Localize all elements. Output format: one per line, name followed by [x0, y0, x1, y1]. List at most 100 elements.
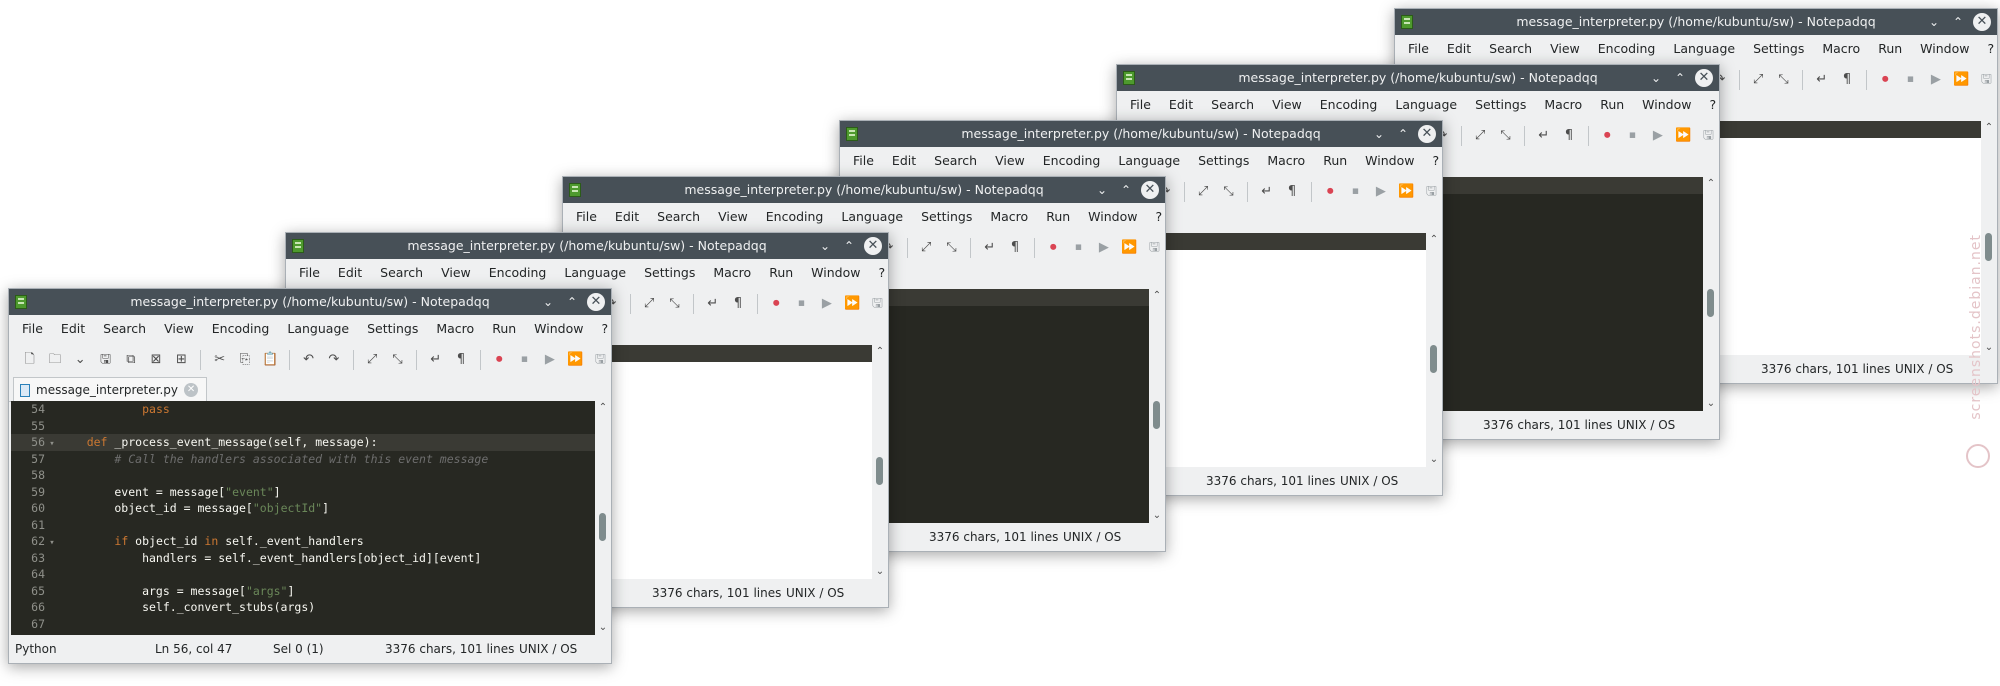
- menu-language[interactable]: Language: [1109, 147, 1189, 175]
- status-language[interactable]: Python: [15, 642, 57, 656]
- zoom-in-icon[interactable]: ⤢: [1192, 181, 1213, 203]
- scroll-down-icon[interactable]: ⌄: [1426, 453, 1442, 467]
- scroll-down-icon[interactable]: ⌄: [595, 621, 611, 635]
- menu-help[interactable]: ?: [1423, 147, 1442, 175]
- menu-macro[interactable]: Macro: [1535, 91, 1591, 119]
- scroll-up-icon[interactable]: ⌃: [1981, 121, 1997, 135]
- menu-help[interactable]: ?: [1146, 203, 1165, 231]
- stop-macro-icon[interactable]: ⏹: [1622, 125, 1643, 147]
- title-bar[interactable]: message_interpreter.py (/home/kubuntu/sw…: [563, 177, 1165, 203]
- tab-close-icon[interactable]: ✕: [184, 383, 199, 397]
- menu-search[interactable]: Search: [1480, 35, 1541, 63]
- title-bar[interactable]: message_interpreter.py (/home/kubuntu/sw…: [1117, 65, 1719, 91]
- menu-search[interactable]: Search: [371, 259, 432, 287]
- menu-settings[interactable]: Settings: [912, 203, 981, 231]
- zoom-in-icon[interactable]: ⤢: [1747, 69, 1768, 91]
- word-wrap-icon[interactable]: ↵: [1811, 69, 1832, 91]
- save-all-icon[interactable]: ⧉: [120, 349, 141, 371]
- scroll-thumb[interactable]: [1430, 345, 1437, 373]
- menu-file[interactable]: File: [1121, 91, 1160, 119]
- run-macro-multiple-icon[interactable]: ⏩: [1395, 181, 1416, 203]
- scroll-up-icon[interactable]: ⌃: [1149, 289, 1165, 303]
- minimize-button[interactable]: ⌄: [816, 237, 834, 255]
- minimize-button[interactable]: ⌄: [1647, 69, 1665, 87]
- menu-edit[interactable]: Edit: [606, 203, 648, 231]
- new-file-icon[interactable]: 🗋: [19, 349, 40, 371]
- menu-settings[interactable]: Settings: [1189, 147, 1258, 175]
- menu-file[interactable]: File: [1399, 35, 1438, 63]
- menu-window[interactable]: Window: [525, 315, 592, 343]
- maximize-button[interactable]: ⌃: [1671, 69, 1689, 87]
- word-wrap-icon[interactable]: ↵: [425, 349, 446, 371]
- scroll-down-icon[interactable]: ⌄: [1149, 509, 1165, 523]
- menu-edit[interactable]: Edit: [329, 259, 371, 287]
- vertical-scrollbar[interactable]: ⌃ ⌄: [1149, 289, 1165, 523]
- menu-macro[interactable]: Macro: [1258, 147, 1314, 175]
- save-icon[interactable]: 🖫: [95, 349, 116, 371]
- scroll-up-icon[interactable]: ⌃: [595, 401, 611, 415]
- record-macro-icon[interactable]: ⏺: [1043, 237, 1064, 259]
- scroll-down-icon[interactable]: ⌄: [1703, 397, 1719, 411]
- menu-settings[interactable]: Settings: [635, 259, 704, 287]
- save-macro-icon[interactable]: 🖫: [1421, 181, 1442, 203]
- show-all-chars-icon[interactable]: ¶: [1558, 125, 1579, 147]
- menu-window[interactable]: Window: [1911, 35, 1978, 63]
- menu-run[interactable]: Run: [1869, 35, 1911, 63]
- menu-language[interactable]: Language: [278, 315, 358, 343]
- status-eol[interactable]: UNIX / OS: [519, 642, 577, 656]
- menu-help[interactable]: ?: [1978, 35, 1997, 63]
- zoom-out-icon[interactable]: ⤡: [941, 237, 962, 259]
- scroll-thumb[interactable]: [1985, 233, 1992, 261]
- menu-window[interactable]: Window: [802, 259, 869, 287]
- menu-view[interactable]: View: [986, 147, 1034, 175]
- zoom-in-icon[interactable]: ⤢: [1469, 125, 1490, 147]
- menu-macro[interactable]: Macro: [1813, 35, 1869, 63]
- run-macro-multiple-icon[interactable]: ⏩: [1672, 125, 1693, 147]
- record-macro-icon[interactable]: ⏺: [766, 293, 787, 315]
- close-button[interactable]: ✕: [1418, 125, 1436, 143]
- undo-icon[interactable]: ↶: [298, 349, 319, 371]
- maximize-button[interactable]: ⌃: [840, 237, 858, 255]
- close-button[interactable]: ✕: [864, 237, 882, 255]
- menu-edit[interactable]: Edit: [1160, 91, 1202, 119]
- save-macro-icon[interactable]: 🖫: [1976, 69, 1997, 91]
- menu-run[interactable]: Run: [483, 315, 525, 343]
- menu-run[interactable]: Run: [760, 259, 802, 287]
- word-wrap-icon[interactable]: ↵: [702, 293, 723, 315]
- code-editor[interactable]: 54 pass 55 56 ▾ def _process_event_message(…: [11, 401, 595, 635]
- scroll-thumb[interactable]: [1153, 401, 1160, 429]
- stop-macro-icon[interactable]: ⏹: [1345, 181, 1366, 203]
- maximize-button[interactable]: ⌃: [1949, 13, 1967, 31]
- menu-window[interactable]: Window: [1356, 147, 1423, 175]
- menu-encoding[interactable]: Encoding: [1589, 35, 1665, 63]
- minimize-button[interactable]: ⌄: [1925, 13, 1943, 31]
- close-button[interactable]: ✕: [1973, 13, 1991, 31]
- scroll-up-icon[interactable]: ⌃: [872, 345, 888, 359]
- run-macro-multiple-icon[interactable]: ⏩: [841, 293, 862, 315]
- stop-macro-icon[interactable]: ⏹: [791, 293, 812, 315]
- record-macro-icon[interactable]: ⏺: [489, 349, 510, 371]
- zoom-out-icon[interactable]: ⤡: [1495, 125, 1516, 147]
- save-macro-icon[interactable]: 🖫: [867, 293, 888, 315]
- show-all-chars-icon[interactable]: ¶: [727, 293, 748, 315]
- minimize-button[interactable]: ⌄: [1370, 125, 1388, 143]
- save-macro-icon[interactable]: 🖫: [1144, 237, 1165, 259]
- word-wrap-icon[interactable]: ↵: [1256, 181, 1277, 203]
- show-all-chars-icon[interactable]: ¶: [450, 349, 471, 371]
- vertical-scrollbar[interactable]: ⌃ ⌄: [872, 345, 888, 579]
- menu-settings[interactable]: Settings: [1744, 35, 1813, 63]
- run-macro-multiple-icon[interactable]: ⏩: [564, 349, 585, 371]
- menu-edit[interactable]: Edit: [883, 147, 925, 175]
- close-all-icon[interactable]: ⊞: [171, 349, 192, 371]
- show-all-chars-icon[interactable]: ¶: [1281, 181, 1302, 203]
- status-eol[interactable]: UNIX / OS: [1340, 474, 1398, 488]
- menu-edit[interactable]: Edit: [1438, 35, 1480, 63]
- run-macro-multiple-icon[interactable]: ⏩: [1950, 69, 1971, 91]
- record-macro-icon[interactable]: ⏺: [1875, 69, 1896, 91]
- scroll-thumb[interactable]: [1707, 289, 1714, 317]
- status-eol[interactable]: UNIX / OS: [1063, 530, 1121, 544]
- menu-language[interactable]: Language: [1386, 91, 1466, 119]
- scroll-up-icon[interactable]: ⌃: [1426, 233, 1442, 247]
- maximize-button[interactable]: ⌃: [1394, 125, 1412, 143]
- menu-search[interactable]: Search: [94, 315, 155, 343]
